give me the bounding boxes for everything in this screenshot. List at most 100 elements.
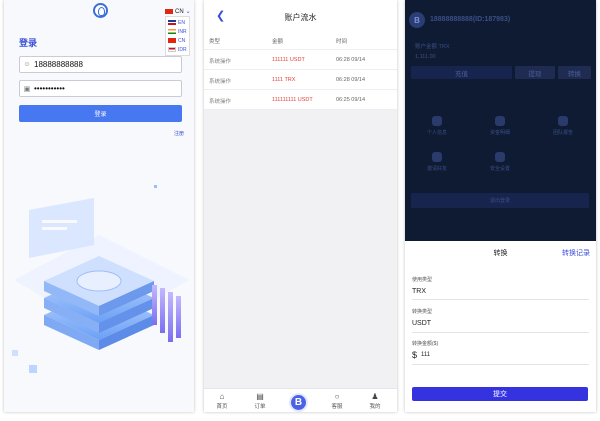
convert-records-link[interactable]: 转换记录 [562, 248, 590, 258]
grid-item-security: 安全设置 [480, 152, 520, 172]
app-logo-icon [93, 3, 108, 18]
current-language-label: CN [175, 8, 184, 15]
divider [412, 299, 589, 300]
cn-flag-icon [168, 38, 176, 43]
to-type-label: 转换类型 [412, 309, 433, 315]
server-illustration [12, 185, 189, 373]
grid-item-label: 资金明细 [489, 130, 510, 136]
india-flag-icon [168, 29, 176, 34]
row-type: 系统操作 [209, 79, 232, 85]
submit-button[interactable]: 提交 [412, 387, 588, 401]
grid-item-label: 安全设置 [489, 166, 510, 172]
table-header: 类型 金额 时间 [204, 30, 397, 50]
grid-item-team: 团队报告 [543, 116, 583, 136]
page-title: 账户流水 [284, 13, 317, 22]
grid-item-label: 个人信息 [426, 130, 447, 136]
divider [412, 332, 589, 333]
language-option-label: IDR [178, 46, 187, 53]
language-option-label: CN [178, 37, 186, 44]
language-menu: EN INR CN IDR [165, 16, 190, 56]
table-row: 系统操作 111111111 USDT 06:25 09/14 [204, 90, 397, 110]
wallet-icon [495, 116, 505, 126]
user-id: 18888888888(ID:187983) [430, 16, 511, 23]
profile-icon [432, 116, 442, 126]
row-amount: 111111 USDT [272, 57, 305, 63]
username-value: 18888888888 [34, 60, 83, 69]
account-flow-screen: ❮ 账户流水 类型 金额 时间 系统操作 111111 USDT 06:28 0… [204, 0, 397, 412]
password-value: ••••••••••• [34, 84, 65, 93]
tab-service[interactable]: ○ 客服 [322, 392, 352, 410]
tab-home[interactable]: ⌂ 首页 [207, 392, 237, 410]
language-option-en[interactable]: EN [166, 18, 189, 27]
amount-input[interactable]: $ 111 [412, 350, 587, 360]
grid-item-funds: 资金明细 [480, 116, 520, 136]
home-icon: ⌂ [219, 392, 225, 401]
bitcoin-avatar-icon: B [409, 12, 425, 28]
tab-center-bitcoin[interactable]: B [289, 393, 308, 412]
password-field[interactable]: ▣ ••••••••••• [19, 80, 182, 97]
amount-label: 转换金额($) [412, 341, 439, 347]
grid-item-label: 邀请好友 [426, 166, 447, 172]
invite-icon [432, 152, 442, 162]
amount-value: 111 [421, 352, 431, 358]
gear-icon [495, 152, 505, 162]
withdraw-button: 提现 [515, 66, 555, 79]
row-amount: 111111111 USDT [272, 97, 313, 103]
table-row: 系统操作 111111 USDT 06:28 09/14 [204, 50, 397, 70]
uk-flag-icon [168, 20, 176, 25]
lock-icon: ▣ [23, 85, 31, 93]
convert-screen: B 18888888888(ID:187983) 账户金额 TRX 1,111.… [405, 0, 596, 412]
row-time: 06:25 09/14 [336, 97, 366, 103]
row-type: 系统操作 [209, 99, 232, 105]
document-icon: ▤ [256, 392, 264, 401]
header: ❮ 账户流水 [204, 0, 397, 30]
indonesia-flag-icon [168, 47, 176, 52]
row-amount: 1111 TRX [272, 77, 296, 83]
tab-mine[interactable]: ♟ 我的 [360, 392, 390, 410]
language-selector[interactable]: CN ⌄ [165, 8, 191, 15]
row-time: 06:28 09/14 [336, 57, 366, 63]
language-option-idr[interactable]: IDR [166, 45, 189, 54]
language-option-label: EN [178, 19, 185, 26]
convert-sheet: 转换 转换记录 使用类型 TRX 转换类型 USDT 转换金额($) $ 111… [405, 241, 596, 412]
dollar-icon: $ [412, 350, 418, 360]
column-header-type: 类型 [209, 39, 221, 45]
tab-orders[interactable]: ▤ 订单 [245, 392, 275, 410]
divider [412, 364, 589, 365]
team-report-icon [558, 116, 568, 126]
convert-button: 转换 [558, 66, 591, 79]
column-header-amount: 金额 [272, 39, 284, 45]
login-screen: CN ⌄ EN INR CN IDR 登录 ☺ 18888888888 ▣ ••… [4, 0, 194, 412]
bottom-tab-bar: ⌂ 首页 ▤ 订单 B ○ 客服 ♟ 我的 [204, 388, 397, 412]
logout-button: 退出登录 [411, 193, 589, 208]
chat-bubble-icon: ○ [334, 392, 340, 401]
deposit-button: 充值 [411, 66, 512, 79]
row-type: 系统操作 [209, 59, 232, 65]
login-title: 登录 [19, 38, 38, 48]
user-icon: ☺ [23, 61, 31, 68]
table-row: 系统操作 1111 TRX 06:28 09/14 [204, 70, 397, 90]
row-time: 06:28 09/14 [336, 77, 366, 83]
flow-table: 类型 金额 时间 系统操作 111111 USDT 06:28 09/14 系统… [204, 30, 397, 110]
register-link[interactable]: 注册 [174, 130, 184, 137]
person-icon: ♟ [371, 392, 379, 401]
to-type-select[interactable]: USDT [412, 320, 587, 327]
dimmed-background[interactable]: B 18888888888(ID:187983) 账户金额 TRX 1,111.… [405, 0, 596, 241]
login-button[interactable]: 登录 [19, 105, 182, 122]
chevron-down-icon: ⌄ [185, 9, 191, 15]
language-option-inr[interactable]: INR [166, 27, 189, 36]
language-option-label: INR [178, 28, 187, 35]
tab-label: 我的 [369, 404, 381, 410]
column-header-time: 时间 [336, 39, 348, 45]
grid-item-label: 团队报告 [552, 130, 573, 136]
grid-item-profile: 个人信息 [417, 116, 457, 136]
tab-label: 订单 [254, 404, 266, 410]
from-type-select[interactable]: TRX [412, 288, 587, 295]
language-option-cn[interactable]: CN [166, 36, 189, 45]
cn-flag-icon [165, 9, 173, 14]
grid-item-invite: 邀请好友 [417, 152, 457, 172]
balance-label: 账户金额 TRX [415, 44, 450, 50]
tab-label: 首页 [216, 404, 228, 410]
username-field[interactable]: ☺ 18888888888 [19, 56, 182, 73]
from-type-label: 使用类型 [412, 277, 433, 283]
